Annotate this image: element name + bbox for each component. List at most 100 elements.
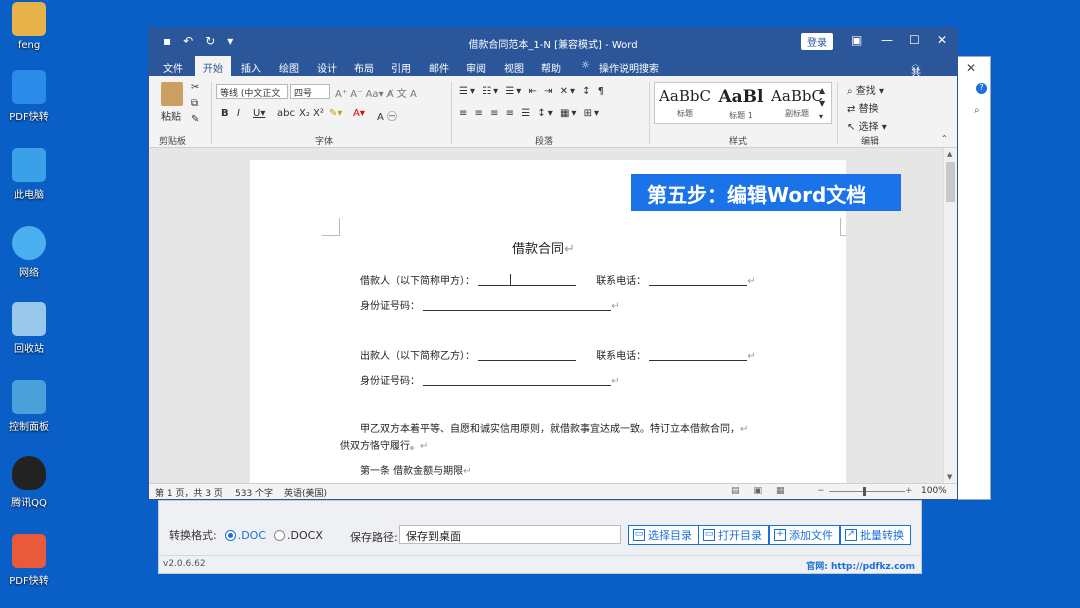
subscript-icon[interactable]: X₂ X² [299, 108, 324, 119]
paste-icon[interactable] [161, 82, 183, 106]
language-indicator[interactable]: 英语(美国) [284, 486, 327, 499]
list-icons[interactable]: ☰▾ ☷▾ ☰▾ ⇤ ⇥ ✕▾ ↕ ¶ [459, 86, 606, 97]
font-size-select[interactable]: 四号 [290, 84, 330, 99]
minimize-icon[interactable]: — [881, 33, 893, 47]
style-subtitle[interactable]: AaBbC 副标题 [769, 87, 825, 119]
search-icon[interactable]: ⌕ [974, 105, 980, 116]
select-button[interactable]: ↖ 选择 ▾ [847, 118, 887, 133]
ribbon-divider [211, 82, 212, 144]
underline-icon[interactable]: U▾ [253, 108, 265, 119]
zoom-in-icon[interactable]: + [905, 486, 913, 496]
desktop-icon-pdf[interactable]: PDF快转 [0, 70, 58, 123]
radio-docx-label[interactable]: .DOCX [287, 529, 323, 542]
format-painter-icon[interactable]: ✎ [191, 114, 199, 125]
strikethrough-icon[interactable]: abc [277, 108, 295, 119]
tab-draw[interactable]: 绘图 [279, 60, 299, 75]
help-icon[interactable]: ? [976, 83, 987, 94]
desktop-label: PDF快转 [9, 576, 49, 587]
tab-references[interactable]: 引用 [391, 60, 411, 75]
converter-panel: 转换格式: .DOC .DOCX 保存路径: 保存到桌面 ▭ 选择目录 ▭ 打开目录… [158, 500, 922, 574]
step-banner: 第五步：编辑Word文档 [631, 174, 901, 211]
tab-mailings[interactable]: 邮件 [429, 60, 449, 75]
document-area[interactable]: 借款合同↵ 借款人（以下简称甲方）： 联系电话： ↵ 身份证号码： ↵ 出款人（… [149, 148, 943, 483]
zoom-level[interactable]: 100% [921, 486, 947, 496]
doc-para1: 甲乙双方本着平等、自愿和诚实信用原则，就借款事宜达成一致。特订立本借款合同，↵ [360, 424, 749, 435]
website-link[interactable]: 官网: http://pdfkz.com [806, 559, 915, 572]
page-count[interactable]: 第 1 页，共 3 页 [155, 486, 223, 499]
highlight-icon[interactable]: ✎▾ [329, 108, 342, 119]
vertical-scrollbar[interactable]: ▲ ▼ [943, 148, 957, 483]
tab-review[interactable]: 审阅 [466, 60, 486, 75]
doc-heading-text: 借款合同 [512, 242, 565, 257]
copy-icon[interactable]: ⧉ [191, 98, 198, 109]
bold-icon[interactable]: B [221, 108, 229, 119]
desktop-icon-qq[interactable]: 腾讯QQ [0, 456, 58, 509]
open-dir-button[interactable]: ▭ 打开目录 [698, 525, 769, 545]
style-heading1[interactable]: AaBl 标题 1 [713, 87, 769, 121]
styles-gallery[interactable]: AaBbC 标题 AaBl 标题 1 AaBbC 副标题 [654, 82, 832, 124]
desktop-label: 网络 [19, 268, 39, 279]
scroll-down-icon[interactable]: ▼ [947, 473, 952, 481]
desktop-icon-pdf2[interactable]: PDF快转 [0, 534, 58, 587]
desktop-icon-network[interactable]: 网络 [0, 226, 58, 279]
replace-button[interactable]: ⇄ 替换 [847, 100, 879, 115]
close-icon[interactable]: ✕ [937, 33, 947, 47]
grow-font-icon[interactable]: A⁺ A⁻ Aa▾ A̸ 文 A [335, 85, 417, 100]
replace-label: 替换 [858, 104, 879, 115]
add-file-button[interactable]: + 添加文件 [769, 525, 840, 545]
desktop-label: feng [17, 40, 41, 51]
background-window[interactable]: ✕ ? ⌕ [955, 56, 991, 500]
tab-layout[interactable]: 布局 [354, 60, 374, 75]
tab-insert[interactable]: 插入 [241, 60, 261, 75]
font-name-select[interactable]: 等线 (中文正文 [216, 84, 288, 99]
char-shading-icon[interactable]: A ㊀ [377, 108, 397, 123]
radio-docx[interactable] [274, 529, 286, 541]
style-title[interactable]: AaBbC 标题 [657, 87, 713, 119]
italic-icon[interactable]: I [237, 108, 240, 119]
collapse-ribbon-icon[interactable]: ⌃ [941, 134, 948, 143]
font-color-icon[interactable]: A▾ [353, 108, 365, 119]
cursor-icon: ↖ [847, 122, 856, 133]
group-styles-label: 样式 [729, 137, 748, 147]
find-button[interactable]: ⌕ 查找 ▾ [847, 82, 884, 97]
tab-file[interactable]: 文件 [163, 60, 183, 75]
cut-icon[interactable]: ✂ [191, 82, 199, 93]
zoom-out-icon[interactable]: − [817, 486, 825, 496]
doc-para2: 供双方恪守履行。↵ [340, 441, 429, 452]
choose-dir-button[interactable]: ▭ 选择目录 [628, 525, 699, 545]
group-clipboard-label: 剪贴板 [159, 137, 187, 147]
desktop-icon-control[interactable]: 控制面板 [0, 380, 58, 433]
word-count[interactable]: 533 个字 [235, 486, 273, 499]
tab-design[interactable]: 设计 [317, 60, 337, 75]
tab-home[interactable]: 开始 [195, 56, 231, 76]
login-button[interactable]: 登录 [801, 33, 833, 50]
style-label: 标题 [677, 109, 693, 118]
ribbon-divider [649, 82, 650, 144]
scroll-thumb[interactable] [946, 162, 955, 202]
path-input[interactable]: 保存到桌面 [399, 525, 621, 544]
radio-doc-label[interactable]: .DOC [238, 529, 266, 542]
ribbon-display-icon[interactable]: ▣ [851, 33, 862, 47]
phone2-label: 联系电话： [596, 351, 647, 362]
tab-view[interactable]: 视图 [504, 60, 524, 75]
format-label: 转换格式: [169, 529, 217, 542]
close-icon[interactable]: ✕ [966, 61, 976, 75]
desktop-icon-recycle[interactable]: 回收站 [0, 302, 58, 355]
styles-scroll-icon[interactable]: ▲ ▼ ▾ [819, 84, 825, 123]
zoom-slider-thumb[interactable] [863, 487, 866, 496]
zoom-slider[interactable] [829, 491, 905, 492]
status-bar: 第 1 页，共 3 页 533 个字 英语(美国) ▤▣▦ − + 100% [149, 483, 957, 499]
scroll-up-icon[interactable]: ▲ [947, 150, 952, 158]
tab-help[interactable]: 帮助 [541, 60, 561, 75]
search-icon: ⌕ [847, 86, 853, 97]
paste-label[interactable]: 粘贴 [161, 108, 181, 123]
desktop-icon-computer[interactable]: 此电脑 [0, 148, 58, 201]
title-bar: ▪↶↻▾ 借款合同范本_1-N [兼容模式] - Word 登录 ▣ — ☐ ✕ [149, 28, 957, 56]
desktop-icon-feng[interactable]: feng [0, 2, 58, 51]
align-icons[interactable]: ≡ ≡ ≡ ≡ ☰ ↕▾ ▦▾ ⊞▾ [459, 108, 601, 119]
tell-me-search[interactable]: 操作说明搜索 [599, 60, 659, 75]
view-mode-icons[interactable]: ▤▣▦ [731, 486, 799, 496]
batch-convert-button[interactable]: ↗ 批量转换 [840, 525, 911, 545]
maximize-icon[interactable]: ☐ [909, 33, 920, 47]
radio-doc[interactable] [224, 529, 236, 541]
